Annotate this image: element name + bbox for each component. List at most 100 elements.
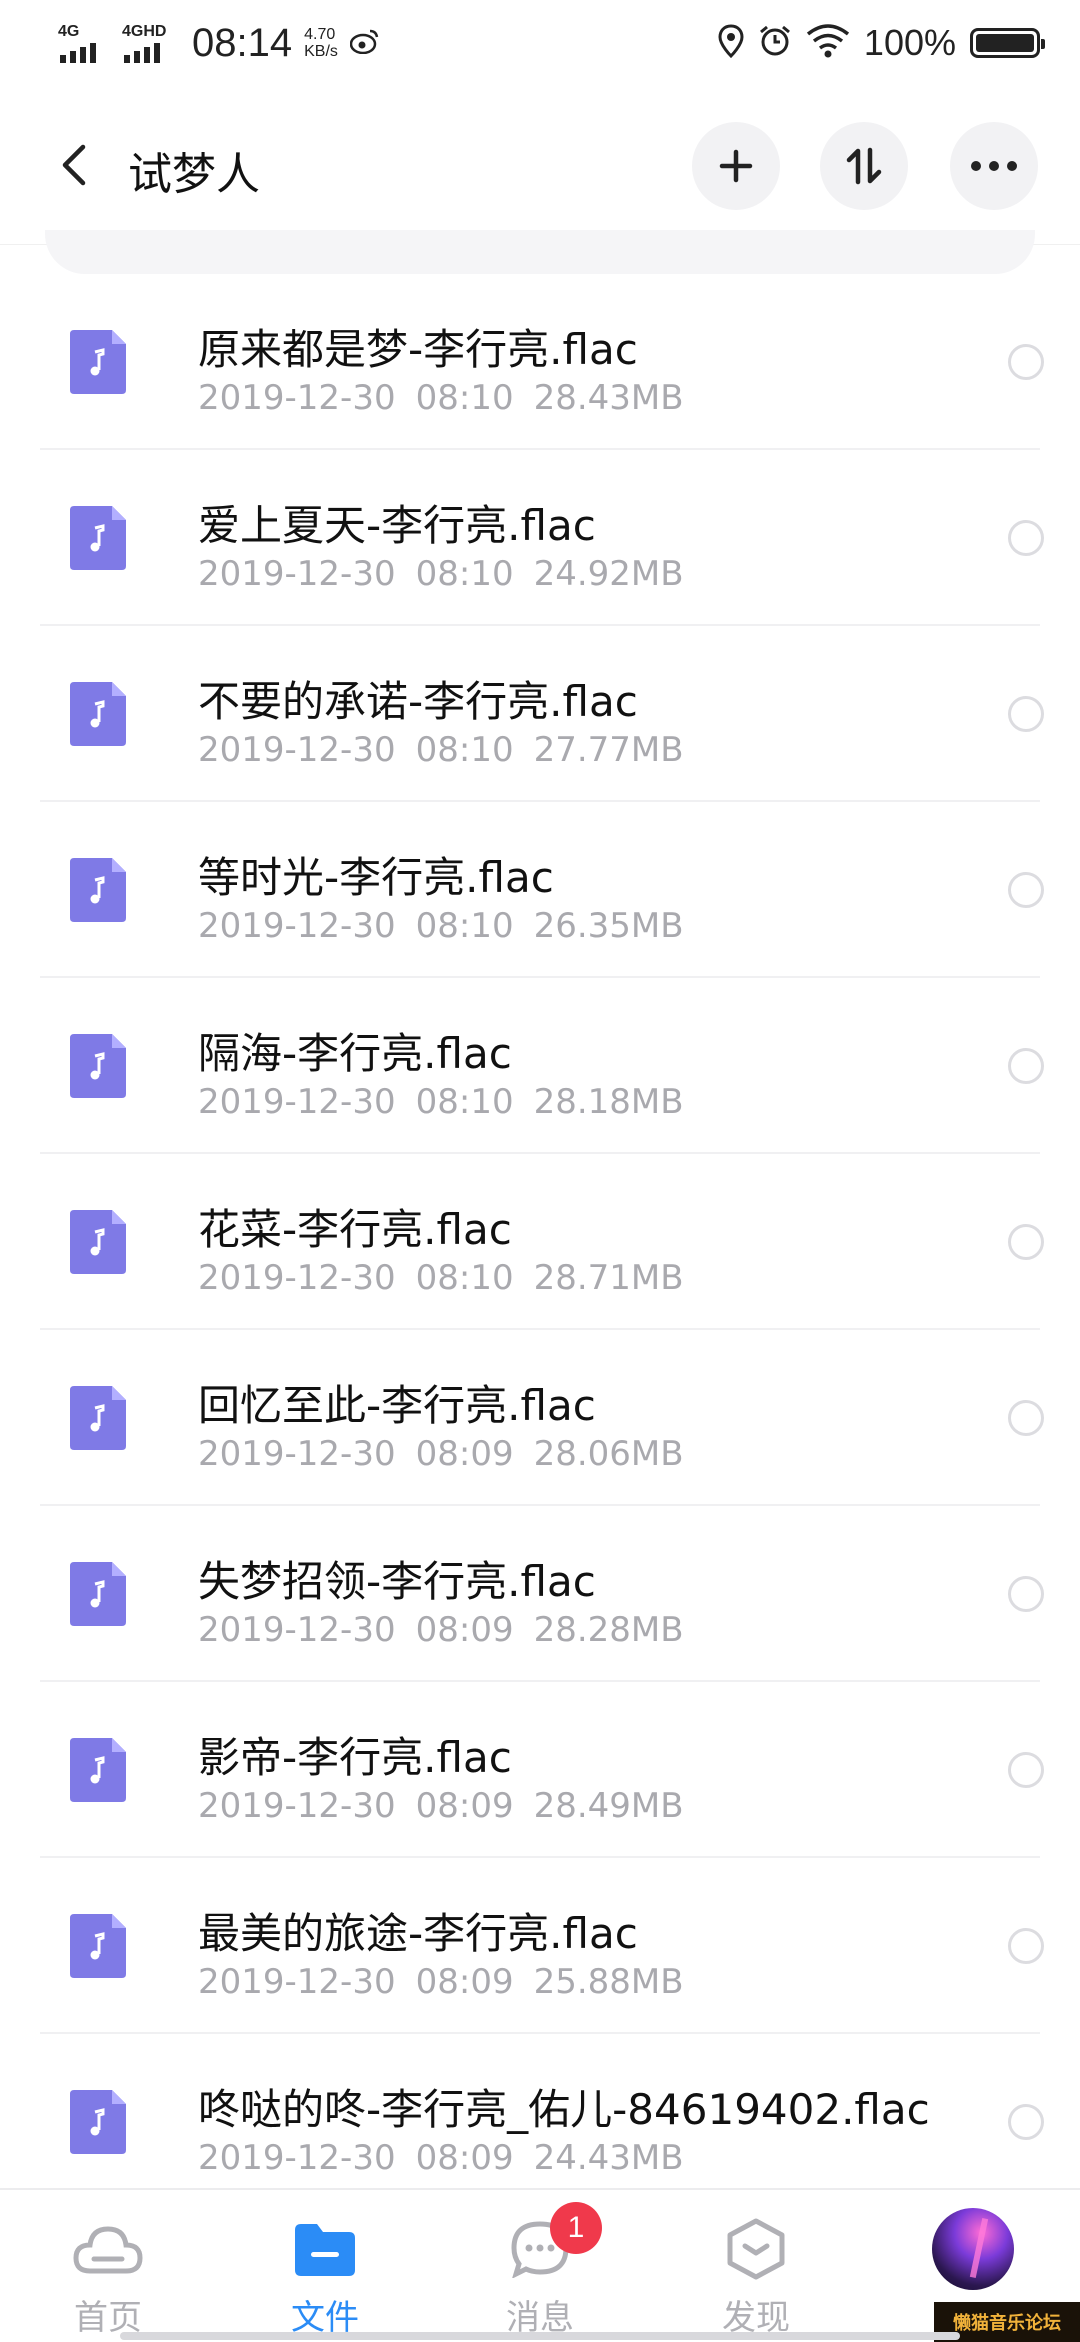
file-size: 28.49MB bbox=[533, 1786, 684, 1826]
file-row[interactable]: 影帝-李行亮.flac 2019-12-30 08:09 28.49MB bbox=[0, 1682, 1080, 1858]
back-icon bbox=[62, 144, 86, 186]
file-row[interactable]: 回忆至此-李行亮.flac 2019-12-30 08:09 28.06MB bbox=[0, 1330, 1080, 1506]
location-icon bbox=[718, 24, 744, 62]
file-row[interactable]: 不要的承诺-李行亮.flac 2019-12-30 08:10 27.77MB bbox=[0, 626, 1080, 802]
file-list: 原来都是梦-李行亮.flac 2019-12-30 08:10 28.43MB 爱上… bbox=[0, 274, 1080, 2210]
nav-discover[interactable]: 发现 bbox=[676, 2190, 836, 2342]
file-name: 咚哒的咚-李行亮_佑儿-84619402.flac bbox=[198, 2085, 930, 2134]
file-name: 回忆至此-李行亮.flac bbox=[198, 1381, 596, 1430]
file-name: 失梦招领-李行亮.flac bbox=[198, 1557, 596, 1606]
more-button[interactable] bbox=[950, 122, 1038, 210]
file-date: 2019-12-30 bbox=[198, 1610, 396, 1650]
file-date: 2019-12-30 bbox=[198, 730, 396, 770]
nav-files[interactable]: 文件 bbox=[245, 2190, 405, 2342]
select-checkbox[interactable] bbox=[1008, 344, 1044, 380]
file-row[interactable]: 等时光-李行亮.flac 2019-12-30 08:10 26.35MB bbox=[0, 802, 1080, 978]
sort-icon bbox=[846, 147, 882, 185]
weibo-icon bbox=[349, 28, 380, 58]
file-row[interactable]: 原来都是梦-李行亮.flac 2019-12-30 08:10 28.43MB bbox=[0, 274, 1080, 450]
select-checkbox[interactable] bbox=[1008, 872, 1044, 908]
file-name: 原来都是梦-李行亮.flac bbox=[198, 325, 638, 374]
sort-button[interactable] bbox=[820, 122, 908, 210]
file-row[interactable]: 花菜-李行亮.flac 2019-12-30 08:10 28.71MB bbox=[0, 1154, 1080, 1330]
battery-percent: 100% bbox=[863, 22, 956, 63]
file-time: 08:10 bbox=[415, 730, 514, 770]
file-meta: 2019-12-30 08:10 24.92MB bbox=[198, 554, 704, 594]
file-row[interactable]: 隔海-李行亮.flac 2019-12-30 08:10 28.18MB bbox=[0, 978, 1080, 1154]
file-meta: 2019-12-30 08:10 28.43MB bbox=[198, 378, 704, 418]
select-checkbox[interactable] bbox=[1008, 1752, 1044, 1788]
message-badge: 1 bbox=[550, 2202, 602, 2254]
bottom-nav: 首页 文件 1 消息 发现 懒猫音乐论坛 bbox=[0, 2188, 1080, 2342]
file-meta: 2019-12-30 08:09 28.28MB bbox=[198, 1610, 704, 1650]
file-time: 08:09 bbox=[415, 1962, 514, 2002]
music-file-icon bbox=[70, 1738, 126, 1802]
file-row[interactable]: 爱上夏天-李行亮.flac 2019-12-30 08:10 24.92MB bbox=[0, 450, 1080, 626]
file-time: 08:10 bbox=[415, 1258, 514, 1298]
nav-messages[interactable]: 1 消息 bbox=[460, 2190, 620, 2342]
file-meta: 2019-12-30 08:09 25.88MB bbox=[198, 1962, 704, 2002]
select-checkbox[interactable] bbox=[1008, 1400, 1044, 1436]
select-checkbox[interactable] bbox=[1008, 1224, 1044, 1260]
file-row[interactable]: 失梦招领-李行亮.flac 2019-12-30 08:09 28.28MB bbox=[0, 1506, 1080, 1682]
music-file-icon bbox=[70, 682, 126, 746]
music-file-icon bbox=[70, 1914, 126, 1978]
alarm-icon bbox=[758, 24, 792, 62]
file-date: 2019-12-30 bbox=[198, 1962, 396, 2002]
select-checkbox[interactable] bbox=[1008, 1048, 1044, 1084]
file-name: 等时光-李行亮.flac bbox=[198, 853, 554, 902]
speed-unit: KB/s bbox=[304, 43, 338, 60]
add-button[interactable] bbox=[692, 122, 780, 210]
file-date: 2019-12-30 bbox=[198, 1786, 396, 1826]
cloud-icon bbox=[72, 2216, 144, 2282]
file-date: 2019-12-30 bbox=[198, 1258, 396, 1298]
select-checkbox[interactable] bbox=[1008, 2104, 1044, 2140]
file-time: 08:10 bbox=[415, 1082, 514, 1122]
select-checkbox[interactable] bbox=[1008, 520, 1044, 556]
chat-icon: 1 bbox=[504, 2202, 602, 2282]
file-meta: 2019-12-30 08:09 24.43MB bbox=[198, 2138, 704, 2178]
file-size: 28.71MB bbox=[533, 1258, 684, 1298]
status-right: 100% bbox=[718, 18, 1045, 68]
file-meta: 2019-12-30 08:10 28.71MB bbox=[198, 1258, 704, 1298]
file-date: 2019-12-30 bbox=[198, 378, 396, 418]
select-checkbox[interactable] bbox=[1008, 1576, 1044, 1612]
status-bar: 4G 4GHD 08:14 4.70 KB/s 100% bbox=[0, 0, 1080, 90]
signal-bars-icon bbox=[60, 43, 96, 63]
signal-sim2: 4GHD bbox=[122, 23, 172, 63]
file-time: 08:09 bbox=[415, 1610, 514, 1650]
file-meta: 2019-12-30 08:10 27.77MB bbox=[198, 730, 704, 770]
folder-icon bbox=[289, 2216, 361, 2282]
status-time: 08:14 bbox=[192, 20, 293, 65]
file-date: 2019-12-30 bbox=[198, 1082, 396, 1122]
file-row[interactable]: 最美的旅途-李行亮.flac 2019-12-30 08:09 25.88MB bbox=[0, 1858, 1080, 2034]
select-checkbox[interactable] bbox=[1008, 1928, 1044, 1964]
file-size: 24.92MB bbox=[533, 554, 684, 594]
back-button[interactable] bbox=[44, 130, 104, 200]
file-name: 不要的承诺-李行亮.flac bbox=[198, 677, 638, 726]
nav-home[interactable]: 首页 bbox=[28, 2190, 188, 2342]
file-name: 花菜-李行亮.flac bbox=[198, 1205, 512, 1254]
music-file-icon bbox=[70, 2090, 126, 2154]
page-title: 试梦人 bbox=[128, 149, 260, 200]
scrolled-banner-edge bbox=[45, 230, 1035, 274]
file-size: 27.77MB bbox=[533, 730, 684, 770]
file-size: 28.28MB bbox=[533, 1610, 684, 1650]
network-speed: 4.70 KB/s bbox=[304, 26, 338, 60]
file-time: 08:09 bbox=[415, 2138, 514, 2178]
discover-icon bbox=[720, 2216, 792, 2282]
avatar[interactable] bbox=[932, 2208, 1014, 2290]
file-size: 25.88MB bbox=[533, 1962, 684, 2002]
signal-bars-icon bbox=[124, 43, 160, 63]
music-file-icon bbox=[70, 1386, 126, 1450]
music-file-icon bbox=[70, 858, 126, 922]
file-time: 08:09 bbox=[415, 1786, 514, 1826]
header: 试梦人 bbox=[0, 110, 1080, 220]
file-row[interactable]: 咚哒的咚-李行亮_佑儿-84619402.flac 2019-12-30 08:0… bbox=[0, 2034, 1080, 2210]
music-file-icon bbox=[70, 1210, 126, 1274]
select-checkbox[interactable] bbox=[1008, 696, 1044, 732]
file-time: 08:10 bbox=[415, 906, 514, 946]
file-meta: 2019-12-30 08:09 28.06MB bbox=[198, 1434, 704, 1474]
battery-icon bbox=[970, 28, 1045, 58]
file-meta: 2019-12-30 08:10 26.35MB bbox=[198, 906, 704, 946]
